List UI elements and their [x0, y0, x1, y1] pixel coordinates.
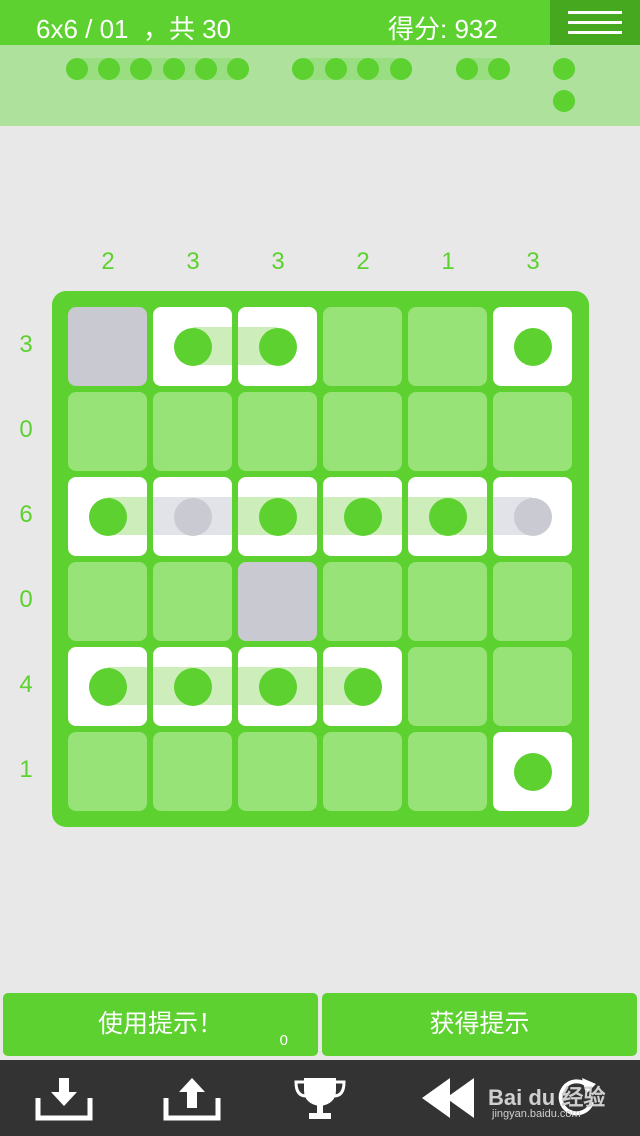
use-hint-button[interactable]: 使用提示！ 0 — [3, 993, 318, 1056]
board-cell[interactable] — [238, 392, 317, 471]
column-clue: 1 — [441, 248, 455, 275]
ship-segment — [344, 668, 382, 706]
board-cell[interactable] — [153, 392, 232, 471]
leaderboard-button[interactable] — [290, 1072, 350, 1124]
top-bar: 6x6 / 01 ，共 30 得分: 932 — [0, 0, 640, 45]
ship-segment — [514, 498, 552, 536]
fleet-ship-6 — [66, 58, 249, 80]
board-cell[interactable] — [153, 562, 232, 641]
undo-button[interactable] — [418, 1072, 478, 1124]
board-cell[interactable] — [408, 477, 487, 556]
board-cell[interactable] — [68, 647, 147, 726]
board-cell[interactable] — [238, 307, 317, 386]
board-cell[interactable] — [68, 562, 147, 641]
fleet-panel — [0, 45, 640, 126]
board-cell[interactable] — [238, 647, 317, 726]
ship-segment — [174, 668, 212, 706]
ship-segment — [429, 498, 467, 536]
menu-button[interactable] — [550, 0, 640, 45]
board-cell[interactable] — [408, 562, 487, 641]
load-button[interactable] — [162, 1072, 222, 1124]
board-cell[interactable] — [238, 732, 317, 811]
row-clue: 0 — [19, 416, 33, 443]
column-clue: 3 — [271, 248, 285, 275]
get-hint-label: 获得提示 — [429, 1010, 530, 1038]
ship-segment — [174, 498, 212, 536]
board-cell[interactable] — [408, 392, 487, 471]
board-cell[interactable] — [153, 307, 232, 386]
board-cell[interactable] — [408, 307, 487, 386]
hint-count: 0 — [279, 1032, 288, 1049]
ship-segment — [514, 328, 552, 366]
ship-segment — [89, 668, 127, 706]
use-hint-label: 使用提示！ — [97, 1010, 223, 1038]
board-cell[interactable] — [68, 392, 147, 471]
upload-icon — [163, 1078, 221, 1121]
download-icon — [35, 1078, 93, 1121]
column-clue: 3 — [526, 248, 540, 275]
save-button[interactable] — [34, 1072, 94, 1124]
board-cell[interactable] — [323, 732, 402, 811]
ship-segment — [259, 328, 297, 366]
ship-segment — [89, 498, 127, 536]
board-cell[interactable] — [408, 732, 487, 811]
fleet-ship-4 — [292, 58, 412, 80]
board-cell[interactable] — [153, 647, 232, 726]
rewind-icon — [422, 1078, 474, 1118]
ship-segment — [259, 668, 297, 706]
board-cell[interactable] — [493, 307, 572, 386]
board-cell[interactable] — [323, 647, 402, 726]
board-cell[interactable] — [408, 647, 487, 726]
ship-segment — [344, 498, 382, 536]
board-cell[interactable] — [68, 307, 147, 386]
ship-segment — [514, 753, 552, 791]
board-cell[interactable] — [153, 732, 232, 811]
watermark-url: jingyan.baidu.com — [492, 1108, 581, 1120]
board-cell[interactable] — [493, 732, 572, 811]
board-cell[interactable] — [238, 477, 317, 556]
board-cell[interactable] — [493, 562, 572, 641]
board-cell[interactable] — [493, 392, 572, 471]
row-clue: 0 — [19, 586, 33, 613]
board-cell[interactable] — [323, 477, 402, 556]
board-cell[interactable] — [238, 562, 317, 641]
get-hint-button[interactable]: 获得提示 — [322, 993, 637, 1056]
board-cell[interactable] — [68, 477, 147, 556]
game-board — [52, 291, 589, 827]
fleet-ship-1a — [553, 58, 575, 80]
row-clue: 3 — [19, 331, 33, 358]
ship-segment — [174, 328, 212, 366]
board-cell[interactable] — [493, 477, 572, 556]
board-cell[interactable] — [323, 562, 402, 641]
board-cell[interactable] — [493, 647, 572, 726]
board-cell[interactable] — [153, 477, 232, 556]
column-clue: 2 — [356, 248, 370, 275]
column-clue: 2 — [101, 248, 115, 275]
row-clue: 6 — [19, 501, 33, 528]
trophy-icon — [294, 1078, 346, 1119]
fleet-ship-1b — [553, 90, 575, 112]
column-clue: 3 — [186, 248, 200, 275]
fleet-ship-2 — [456, 58, 510, 80]
row-clue: 1 — [19, 756, 33, 783]
board-cell[interactable] — [323, 307, 402, 386]
score-label: 得分: 932 — [388, 14, 498, 44]
board-cell[interactable] — [323, 392, 402, 471]
ship-segment — [259, 498, 297, 536]
row-clue: 4 — [19, 671, 33, 698]
board-cell[interactable] — [68, 732, 147, 811]
level-info: 6x6 / 01 ，共 30 — [36, 14, 232, 44]
